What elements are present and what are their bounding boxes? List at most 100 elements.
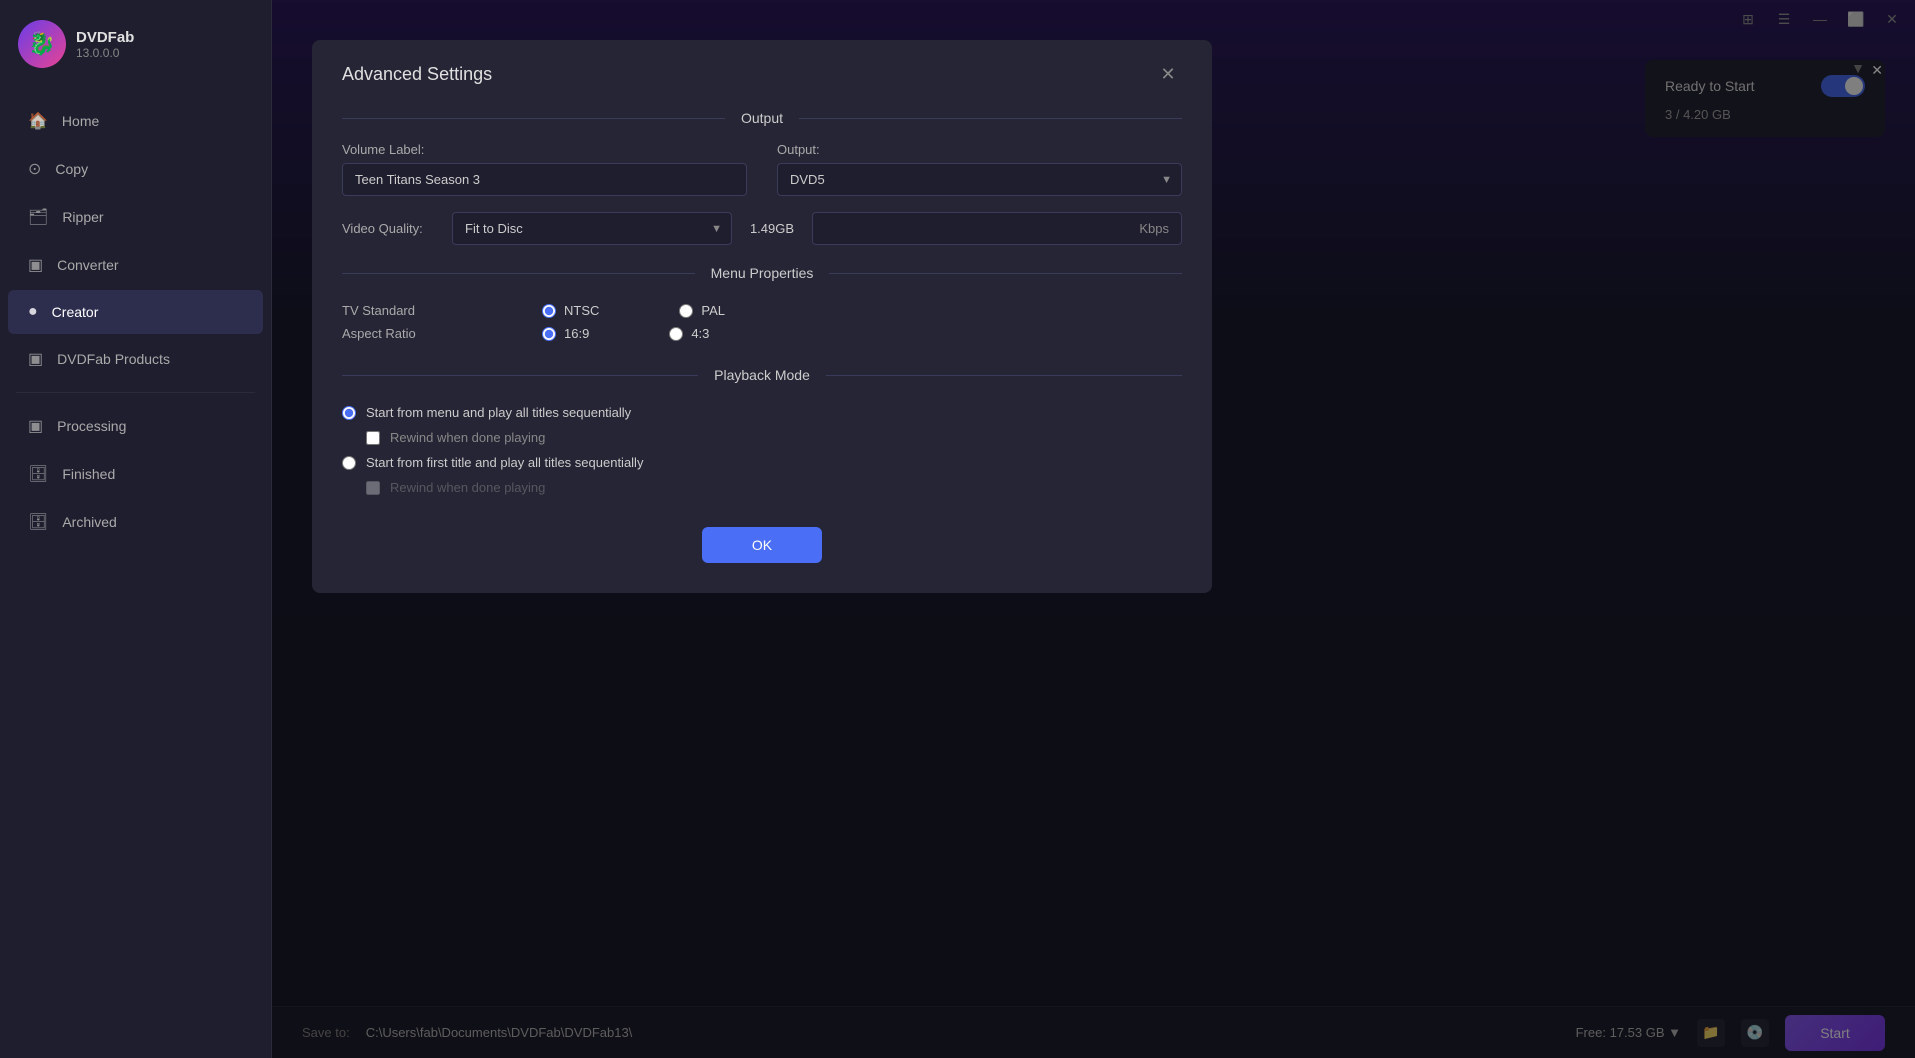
sidebar-navigation: 🏠 Home ⊙ Copy 🗂 Ripper ▣ Converter ● Cre… <box>0 88 271 1058</box>
modal-close-button[interactable]: ✕ <box>1154 60 1182 88</box>
app-logo: 🐉 DVDFab 13.0.0.0 <box>0 0 271 88</box>
output-section-divider: Output <box>312 98 1212 134</box>
sidebar-item-label: Ripper <box>62 209 103 225</box>
volume-label-input[interactable] <box>342 163 747 196</box>
playback-option-2[interactable]: Start from first title and play all titl… <box>342 449 1182 476</box>
video-quality-row: Video Quality: Fit to Disc High Quality … <box>312 204 1212 253</box>
dvdfab-products-icon: ▣ <box>28 349 43 369</box>
rewind-option-2[interactable]: Rewind when done playing <box>366 476 1182 499</box>
sidebar-item-label: Processing <box>57 418 126 434</box>
logo-text: DVDFab 13.0.0.0 <box>76 29 134 60</box>
volume-label-group: Volume Label: <box>342 142 747 196</box>
divider-line-left-2 <box>342 273 695 274</box>
volume-output-row: Volume Label: Output: DVD5 DVD9 ▼ <box>312 134 1212 204</box>
app-name: DVDFab <box>76 29 134 46</box>
rewind-checkbox-1[interactable] <box>366 431 380 445</box>
sidebar-item-copy[interactable]: ⊙ Copy <box>8 146 263 192</box>
logo-avatar: 🐉 <box>18 20 66 68</box>
divider-line-left-3 <box>342 375 698 376</box>
kbps-field: Kbps <box>812 212 1182 245</box>
sidebar-item-label: DVDFab Products <box>57 351 170 367</box>
ripper-icon: 🗂 <box>28 207 48 227</box>
ntsc-radio[interactable] <box>542 304 556 318</box>
pal-option[interactable]: PAL <box>679 303 725 318</box>
sidebar-item-label: Finished <box>62 466 115 482</box>
ratio-16-9-option[interactable]: 16:9 <box>542 326 589 341</box>
output-section-label: Output <box>725 110 799 126</box>
modal-overlay: Advanced Settings ✕ Output Volume Label:… <box>272 0 1915 1058</box>
video-quality-label: Video Quality: <box>342 221 442 236</box>
ratio-4-3-option[interactable]: 4:3 <box>669 326 709 341</box>
sidebar-item-label: Archived <box>62 514 116 530</box>
playback-option-1-label: Start from menu and play all titles sequ… <box>366 405 631 420</box>
ratio-16-9-radio[interactable] <box>542 327 556 341</box>
home-icon: 🏠 <box>28 111 48 131</box>
video-quality-select-wrapper: Fit to Disc High Quality Custom ▼ <box>452 212 732 245</box>
sidebar-item-dvdfab-products[interactable]: ▣ DVDFab Products <box>8 336 263 382</box>
tv-standard-label: TV Standard <box>342 303 462 318</box>
app-version: 13.0.0.0 <box>76 46 134 60</box>
sidebar-item-processing[interactable]: ▣ Processing <box>8 403 263 449</box>
output-select[interactable]: DVD5 DVD9 <box>777 163 1182 196</box>
rewind-checkbox-2[interactable] <box>366 481 380 495</box>
ntsc-label: NTSC <box>564 303 599 318</box>
rewind-option-2-label: Rewind when done playing <box>390 480 545 495</box>
sidebar-item-creator[interactable]: ● Creator <box>8 290 263 334</box>
output-select-wrapper: DVD5 DVD9 ▼ <box>777 163 1182 196</box>
divider-line-right-2 <box>829 273 1182 274</box>
ntsc-option[interactable]: NTSC <box>542 303 599 318</box>
aspect-ratio-row: Aspect Ratio 16:9 4:3 <box>342 322 1182 345</box>
playback-option-2-label: Start from first title and play all titl… <box>366 455 643 470</box>
sidebar-item-home[interactable]: 🏠 Home <box>8 98 263 144</box>
ratio-4-3-radio[interactable] <box>669 327 683 341</box>
file-size-display: 1.49GB <box>742 221 802 236</box>
divider-line-right-3 <box>826 375 1182 376</box>
sidebar-item-label: Home <box>62 113 99 129</box>
ratio-4-3-label: 4:3 <box>691 326 709 341</box>
kbps-placeholder: Kbps <box>1139 221 1169 236</box>
volume-label-text: Volume Label: <box>342 142 747 157</box>
rewind-option-1-label: Rewind when done playing <box>390 430 545 445</box>
aspect-ratio-label: Aspect Ratio <box>342 326 462 341</box>
sidebar-item-label: Copy <box>55 161 88 177</box>
pal-radio[interactable] <box>679 304 693 318</box>
playback-radio-2[interactable] <box>342 456 356 470</box>
video-quality-select[interactable]: Fit to Disc High Quality Custom <box>452 212 732 245</box>
converter-icon: ▣ <box>28 255 43 275</box>
sidebar-item-label: Converter <box>57 257 118 273</box>
tv-standard-row: TV Standard NTSC PAL <box>342 299 1182 322</box>
playback-mode-section-divider: Playback Mode <box>312 355 1212 391</box>
ok-button[interactable]: OK <box>702 527 822 563</box>
sidebar-item-converter[interactable]: ▣ Converter <box>8 242 263 288</box>
advanced-settings-modal: Advanced Settings ✕ Output Volume Label:… <box>312 40 1212 593</box>
output-type-group: Output: DVD5 DVD9 ▼ <box>777 142 1182 196</box>
modal-footer: OK <box>312 507 1212 563</box>
playback-mode-label: Playback Mode <box>698 367 826 383</box>
copy-icon: ⊙ <box>28 159 41 179</box>
playback-option-1[interactable]: Start from menu and play all titles sequ… <box>342 399 1182 426</box>
modal-header: Advanced Settings ✕ <box>312 40 1212 98</box>
menu-properties-label: Menu Properties <box>695 265 830 281</box>
sidebar-item-label: Creator <box>52 304 99 320</box>
sidebar-item-finished[interactable]: 🗄 Finished <box>8 451 263 497</box>
divider-line-right <box>799 118 1182 119</box>
playback-radio-1[interactable] <box>342 406 356 420</box>
rewind-option-1[interactable]: Rewind when done playing <box>366 426 1182 449</box>
archived-icon: 🗄 <box>28 512 48 532</box>
modal-title: Advanced Settings <box>342 64 492 85</box>
logo-emoji: 🐉 <box>28 31 55 57</box>
creator-icon: ● <box>28 303 38 321</box>
menu-properties-section-divider: Menu Properties <box>312 253 1212 289</box>
close-icon: ✕ <box>1871 62 1883 78</box>
sidebar-item-ripper[interactable]: 🗂 Ripper <box>8 194 263 240</box>
sidebar-item-archived[interactable]: 🗄 Archived <box>8 499 263 545</box>
sidebar-divider <box>16 392 255 393</box>
playback-options: Start from menu and play all titles sequ… <box>312 391 1212 507</box>
main-area: ⊞ ☰ — ⬜ ✕ Ready to Start 3 / 4.20 GB ▼ ✕ <box>272 0 1915 1058</box>
ready-card-close-button[interactable]: ✕ <box>1871 62 1883 79</box>
modal-close-icon: ✕ <box>1160 64 1175 85</box>
output-label-text: Output: <box>777 142 1182 157</box>
ratio-16-9-label: 16:9 <box>564 326 589 341</box>
radio-options-table: TV Standard NTSC PAL Aspect Ratio 16:9 <box>312 289 1212 355</box>
divider-line-left <box>342 118 725 119</box>
